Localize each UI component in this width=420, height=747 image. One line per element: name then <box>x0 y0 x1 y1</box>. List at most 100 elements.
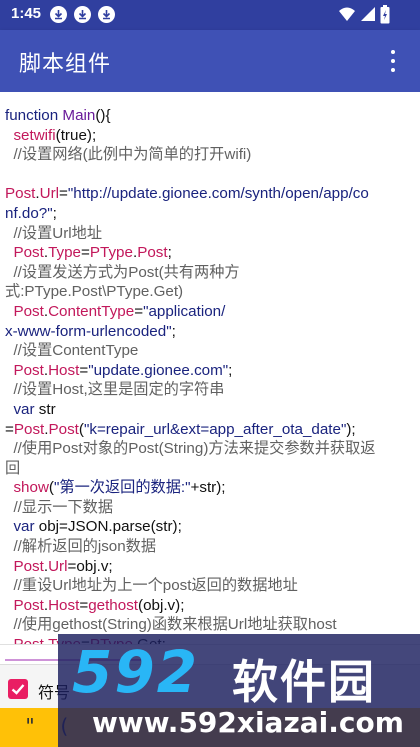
code-token: setwifi <box>13 126 56 144</box>
code-token: (obj.v); <box>138 596 185 614</box>
code-token: nf.do?" <box>5 204 53 222</box>
code-token: //设置发送方式为Post(共有两种方 <box>5 263 240 281</box>
page-title: 脚本组件 <box>19 52 112 77</box>
code-token: Url <box>39 185 60 203</box>
code-token: Post <box>137 244 168 262</box>
code-token: +str); <box>190 479 226 497</box>
code-line: //设置Url地址 <box>5 224 415 244</box>
watermark-logo-text: 软件园 <box>232 655 376 709</box>
wifi-icon <box>339 7 355 21</box>
code-token: (){ <box>95 107 111 124</box>
code-token: Host <box>48 596 80 614</box>
code-line: Post.Host=gethost(obj.v); <box>5 596 415 616</box>
code-token: gethost <box>88 596 139 614</box>
more-vert-icon[interactable] <box>386 49 400 73</box>
code-token: "k=repair_url&ext=app_after_ota_date" <box>83 420 347 438</box>
code-token: Post <box>5 185 36 203</box>
code-line: Post.Type=PType.Post; <box>5 243 415 263</box>
code-line: Post.Url="http://update.gionee.com/synth… <box>5 184 415 204</box>
code-token: Post <box>48 420 79 438</box>
code-line: setwifi(true); <box>5 126 415 146</box>
code-line: //使用Post对象的Post(String)方法来提交参数并获取返 <box>5 439 415 459</box>
code-token: //设置ContentType <box>5 342 139 360</box>
status-bar: 1:45 <box>0 0 420 30</box>
code-token: //设置网络(此例中为简单的打开wifi) <box>5 146 252 164</box>
code-token: = <box>81 244 90 262</box>
code-token: ; <box>52 204 57 222</box>
code-token: Type <box>48 244 82 262</box>
status-time: 1:45 <box>11 5 42 22</box>
code-token: Post <box>13 636 44 645</box>
code-token: ContentType <box>48 302 135 320</box>
code-token: Host <box>48 361 80 379</box>
code-token: = <box>5 420 14 438</box>
download-icon <box>50 6 67 23</box>
code-token: "第一次返回的数据:" <box>53 479 191 497</box>
code-token: //使用Post对象的Post(String)方法来提交参数并获取返 <box>5 440 376 458</box>
code-line: var obj=JSON.parse(str); <box>5 517 415 537</box>
code-token: //使用gethost(String)函数来根据Url地址获取host <box>5 616 337 634</box>
code-line: //解析返回的json数据 <box>5 537 415 557</box>
code-line: //设置发送方式为Post(共有两种方 <box>5 263 415 283</box>
code-line: //设置ContentType <box>5 341 415 361</box>
code-token: Main <box>62 107 96 124</box>
code-token: //解析返回的json数据 <box>5 538 157 556</box>
code-token: function <box>5 107 63 124</box>
watermark-logo-number: 592 <box>72 638 200 706</box>
code-token: = <box>79 596 89 614</box>
code-token: //设置Host,这里是固定的字符串 <box>5 381 225 399</box>
watermark-url: www.592xiazai.com <box>92 706 404 739</box>
code-token: = <box>59 185 68 203</box>
script-editor[interactable]: function Main(){ setwifi(true); //设置网络(此… <box>0 92 420 645</box>
download-icon <box>98 6 115 23</box>
code-line: //显示一下数据 <box>5 498 415 518</box>
code-token: //重设Url地址为上一个post返回的数据地址 <box>5 577 298 595</box>
code-line: //使用gethost(String)函数来根据Url地址获取host <box>5 615 415 635</box>
code-token: = <box>134 302 144 320</box>
code-line: nf.do?"; <box>5 204 415 224</box>
code-token: Post <box>13 361 44 379</box>
code-token: ; <box>228 361 233 379</box>
battery-icon <box>380 5 390 24</box>
code-token: (true); <box>55 126 97 144</box>
code-token: "update.gionee.com" <box>88 361 229 379</box>
code-token: x-www-form-urlencoded" <box>5 322 172 340</box>
code-line: function Main(){ <box>5 106 415 126</box>
code-line: //重设Url地址为上一个post返回的数据地址 <box>5 576 415 596</box>
app-bar: 脚本组件 <box>0 30 420 92</box>
code-token: var <box>5 400 39 418</box>
code-line: Post.Url=obj.v; <box>5 557 415 577</box>
code-token: //设置Url地址 <box>5 224 103 242</box>
code-token: ); <box>346 420 356 438</box>
code-token: var <box>5 518 39 536</box>
code-token: 式:PType.Post\PType.Get) <box>5 283 184 301</box>
code-line: Post.Host="update.gionee.com"; <box>5 361 415 381</box>
code-line: //设置网络(此例中为简单的打开wifi) <box>5 145 415 165</box>
check-icon <box>11 684 25 695</box>
code-line: x-www-form-urlencoded"; <box>5 322 415 342</box>
code-text[interactable]: function Main(){ setwifi(true); //设置网络(此… <box>5 106 415 645</box>
code-token: = <box>79 361 89 379</box>
code-token: show <box>13 479 49 497</box>
code-token: =obj.v; <box>67 557 113 575</box>
code-token: Post <box>13 596 44 614</box>
code-token: Post <box>13 302 44 320</box>
code-token: Post <box>13 244 44 262</box>
signal-icon <box>361 7 375 21</box>
download-icon <box>74 6 91 23</box>
code-line: =Post.Post("k=repair_url&ext=app_after_o… <box>5 420 415 440</box>
code-token: Post <box>13 557 44 575</box>
code-token: PType <box>89 244 133 262</box>
code-token: ; <box>171 322 176 340</box>
code-line: 式:PType.Post\PType.Get) <box>5 282 415 302</box>
code-token: Post <box>13 420 45 438</box>
code-line: 回 <box>5 459 415 479</box>
code-token: str <box>38 400 56 418</box>
code-token: ; <box>167 244 172 262</box>
symbol-quote-button[interactable]: " <box>24 714 36 738</box>
code-token: Url <box>48 557 68 575</box>
code-line: var str <box>5 400 415 420</box>
code-token: "http://update.gionee.com/synth/open/app… <box>67 185 369 203</box>
symbol-checkbox[interactable] <box>8 679 28 699</box>
